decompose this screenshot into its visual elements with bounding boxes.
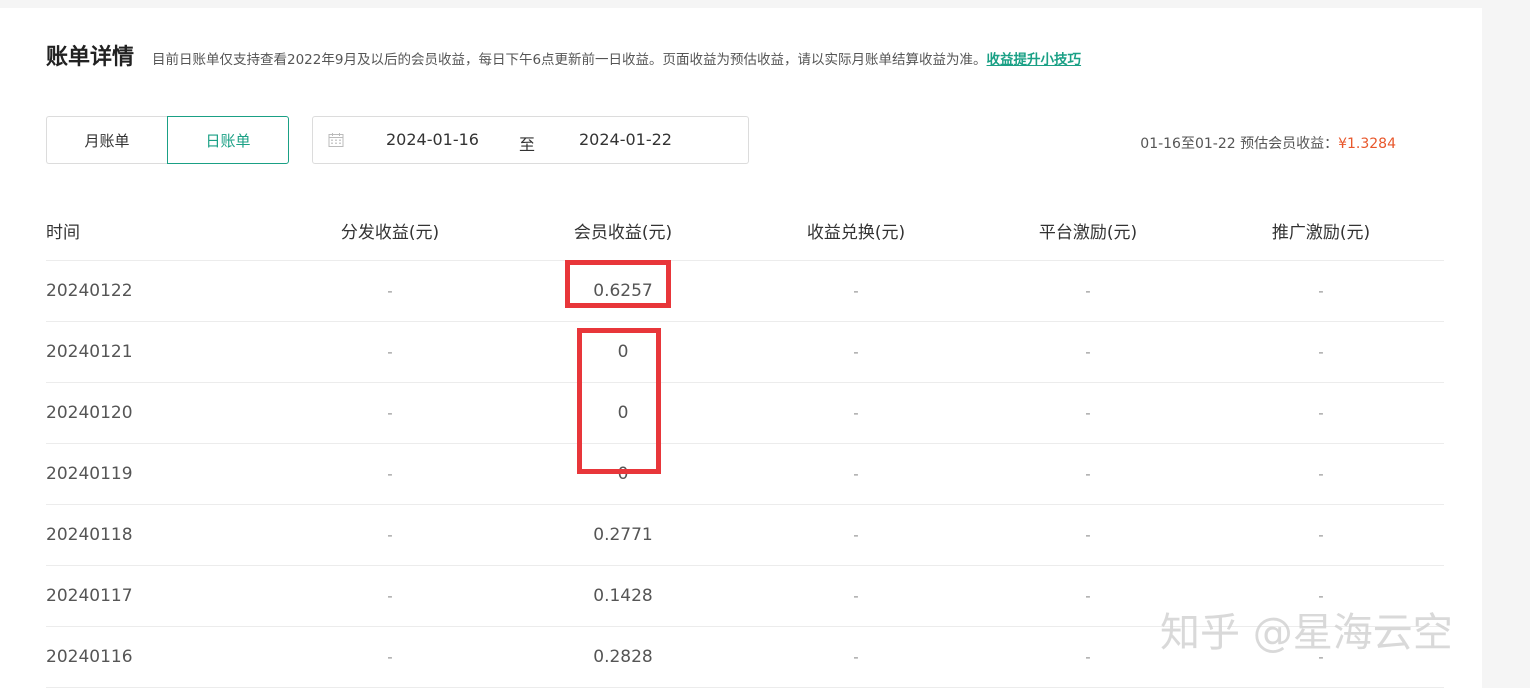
tab-daily-bill[interactable]: 日账单 — [167, 116, 289, 164]
column-header-exchange: 收益兑换(元) — [806, 222, 906, 243]
bill-type-tabs: 月账单 日账单 — [46, 116, 289, 164]
cell-promotion-incentive: - — [1318, 465, 1324, 483]
cell-platform-incentive: - — [1085, 404, 1091, 422]
column-header-platform-incentive: 平台激励(元) — [1038, 222, 1138, 243]
cell-distribution: - — [387, 404, 393, 422]
table-row: 20240120 - 0 - - - — [46, 383, 1444, 444]
cell-date: 20240116 — [46, 647, 133, 667]
cell-membership: 0.2828 — [593, 647, 653, 667]
estimated-revenue-summary: 01-16至01-22 预估会员收益：¥1.3284 — [1140, 133, 1396, 153]
summary-amount: ¥1.3284 — [1338, 136, 1396, 152]
date-range-picker[interactable]: 2024-01-16 至 2024-01-22 — [312, 116, 749, 164]
cell-distribution: - — [387, 587, 393, 605]
cell-exchange: - — [853, 587, 859, 605]
end-date-input[interactable]: 2024-01-22 — [579, 130, 672, 149]
cell-date: 20240119 — [46, 464, 133, 484]
start-date-input[interactable]: 2024-01-16 — [386, 130, 479, 149]
calendar-icon — [328, 133, 344, 147]
page-title: 账单详情 — [46, 45, 135, 70]
cell-date: 20240118 — [46, 525, 133, 545]
cell-promotion-incentive: - — [1318, 526, 1324, 544]
cell-date: 20240121 — [46, 342, 133, 362]
bill-details-panel: 账单详情 目前日账单仅支持查看2022年9月及以后的会员收益，每日下午6点更新前… — [0, 8, 1482, 688]
cell-distribution: - — [387, 343, 393, 361]
table-row: 20240122 - 0.6257 - - - — [46, 261, 1444, 322]
cell-membership: 0.2771 — [593, 525, 653, 545]
cell-exchange: - — [853, 526, 859, 544]
cell-platform-incentive: - — [1085, 526, 1091, 544]
column-header-promotion-incentive: 推广激励(元) — [1271, 222, 1371, 243]
cell-membership: 0.6257 — [593, 281, 653, 301]
cell-exchange: - — [853, 465, 859, 483]
table-header-row: 时间 分发收益(元) 会员收益(元) 收益兑换(元) 平台激励(元) 推广激励(… — [46, 200, 1444, 261]
cell-date: 20240117 — [46, 586, 133, 606]
cell-date: 20240120 — [46, 403, 133, 423]
cell-exchange: - — [853, 404, 859, 422]
cell-membership: 0 — [617, 403, 629, 423]
cell-distribution: - — [387, 648, 393, 666]
page-background-strip — [1482, 0, 1530, 688]
cell-membership: 0 — [617, 342, 629, 362]
cell-platform-incentive: - — [1085, 343, 1091, 361]
cell-promotion-incentive: - — [1318, 343, 1324, 361]
column-header-time: 时间 — [46, 222, 80, 243]
cell-membership: 0.1428 — [593, 586, 653, 606]
column-header-membership: 会员收益(元) — [573, 222, 673, 243]
cell-distribution: - — [387, 282, 393, 300]
revenue-tips-link[interactable]: 收益提升小技巧 — [987, 52, 1082, 68]
cell-distribution: - — [387, 526, 393, 544]
summary-label: 01-16至01-22 预估会员收益： — [1140, 136, 1339, 152]
cell-promotion-incentive: - — [1318, 282, 1324, 300]
table-row: 20240119 - 0 - - - — [46, 444, 1444, 505]
cell-promotion-incentive: - — [1318, 404, 1324, 422]
notice-text: 目前日账单仅支持查看2022年9月及以后的会员收益，每日下午6点更新前一日收益。… — [152, 48, 1081, 68]
cell-membership: 0 — [617, 464, 629, 484]
cell-exchange: - — [853, 343, 859, 361]
column-header-distribution: 分发收益(元) — [340, 222, 440, 243]
table-row: 20240121 - 0 - - - — [46, 322, 1444, 383]
cell-date: 20240122 — [46, 281, 133, 301]
cell-distribution: - — [387, 465, 393, 483]
notice-message: 目前日账单仅支持查看2022年9月及以后的会员收益，每日下午6点更新前一日收益。… — [152, 52, 987, 68]
cell-exchange: - — [853, 282, 859, 300]
cell-exchange: - — [853, 648, 859, 666]
tab-monthly-bill[interactable]: 月账单 — [46, 116, 167, 164]
cell-platform-incentive: - — [1085, 465, 1091, 483]
zhihu-watermark: 知乎 @星海云空 — [1160, 610, 1453, 656]
cell-platform-incentive: - — [1085, 282, 1091, 300]
table-row: 20240118 - 0.2771 - - - — [46, 505, 1444, 566]
date-separator: 至 — [519, 135, 536, 154]
